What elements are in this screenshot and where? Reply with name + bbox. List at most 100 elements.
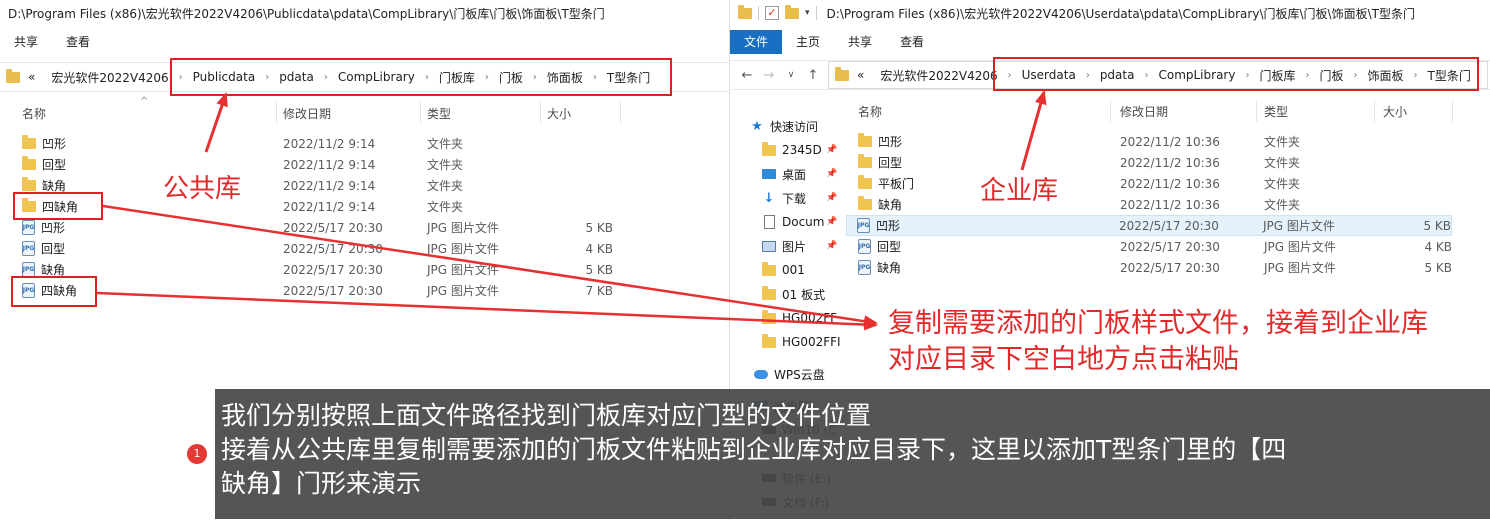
sidebar-item[interactable]: WPS云盘 bbox=[730, 362, 840, 386]
file-name-cell[interactable]: JPG 凹形 bbox=[22, 219, 65, 236]
column-divider[interactable] bbox=[1374, 100, 1375, 122]
file-name: 回型 bbox=[877, 240, 902, 254]
right-ribbon: 文件 主页 共享 查看 bbox=[730, 30, 1490, 54]
file-row[interactable]: JPG 凹形 2022/5/17 20:30 JPG 图片文件 5 KB bbox=[846, 215, 1452, 236]
file-name: 回型 bbox=[41, 242, 66, 256]
left-ribbon-tab-view[interactable]: 查看 bbox=[52, 30, 104, 54]
caption-line-2: 接着从公共库里复制需要添加的门板文件粘贴到企业库对应目录下，这里以添加T型条门里… bbox=[221, 435, 1287, 464]
sidebar-item[interactable]: Docum 📌 bbox=[730, 210, 840, 234]
file-name-cell[interactable]: 平板门 bbox=[858, 175, 914, 192]
file-name-cell[interactable]: JPG 凹形 bbox=[857, 217, 900, 234]
right-column-headers: 名称 修改日期 类型 大小 bbox=[848, 100, 1488, 122]
file-row[interactable]: 平板门 2022/11/2 10:36 文件夹 bbox=[848, 173, 1448, 194]
col-name-header[interactable]: 名称 bbox=[22, 105, 46, 122]
file-name: 回型 bbox=[878, 156, 903, 170]
column-divider[interactable] bbox=[540, 102, 541, 124]
address-overflow-chevron[interactable]: « bbox=[28, 70, 35, 84]
file-row[interactable]: JPG 四缺角 2022/5/17 20:30 JPG 图片文件 7 KB bbox=[0, 280, 729, 301]
file-date: 2022/5/17 20:30 bbox=[1120, 260, 1220, 275]
recent-dropdown-icon[interactable]: ∨ bbox=[780, 70, 802, 80]
file-row[interactable]: 凹形 2022/11/2 10:36 文件夹 bbox=[848, 131, 1448, 152]
sidebar-item[interactable]: 2345D 📌 bbox=[730, 138, 840, 162]
column-divider[interactable] bbox=[1110, 100, 1111, 122]
column-divider[interactable] bbox=[1452, 100, 1453, 122]
file-date: 2022/5/17 20:30 bbox=[283, 283, 383, 298]
sidebar-item-label: HG002FF bbox=[782, 311, 838, 325]
file-row[interactable]: 四缺角 2022/11/2 9:14 文件夹 bbox=[0, 196, 729, 217]
sidebar-item[interactable]: 桌面 📌 bbox=[730, 162, 840, 186]
file-type: 文件夹 bbox=[427, 179, 464, 193]
file-type: JPG 图片文件 bbox=[427, 242, 499, 256]
sidebar-item[interactable]: 01 板式 bbox=[730, 282, 840, 306]
file-row[interactable]: 回型 2022/11/2 10:36 文件夹 bbox=[848, 152, 1448, 173]
desktop-icon bbox=[762, 167, 776, 181]
ribbon-tab-file[interactable]: 文件 bbox=[730, 30, 783, 54]
sidebar-item[interactable]: 001 bbox=[730, 258, 840, 282]
ribbon-tab-share[interactable]: 共享 bbox=[834, 30, 886, 54]
ribbon-tab-view[interactable]: 查看 bbox=[886, 30, 938, 54]
jpg-file-icon: JPG bbox=[858, 260, 871, 275]
file-name-cell[interactable]: 回型 bbox=[858, 154, 902, 171]
file-type: JPG 图片文件 bbox=[427, 284, 499, 298]
right-title-bar: ✓ ▾ D:\Program Files (x86)\宏光软件2022V4206… bbox=[730, 0, 1490, 26]
col-date-header[interactable]: 修改日期 bbox=[283, 105, 331, 122]
column-divider[interactable] bbox=[276, 102, 277, 124]
file-name-cell[interactable]: 缺角 bbox=[858, 196, 902, 213]
pin-icon[interactable]: 📌 bbox=[826, 217, 837, 227]
col-name-header[interactable]: 名称 bbox=[858, 103, 882, 120]
sidebar-item[interactable]: HG002FF bbox=[730, 306, 840, 330]
four-notch-folder-highlight-box bbox=[13, 192, 103, 220]
file-name-cell[interactable]: JPG 回型 bbox=[858, 238, 901, 255]
column-divider[interactable] bbox=[620, 102, 621, 124]
file-name-cell[interactable]: 凹形 bbox=[22, 135, 66, 152]
sidebar-item[interactable]: ★ 快速访问 bbox=[730, 114, 840, 138]
file-name-cell[interactable]: 凹形 bbox=[858, 133, 902, 150]
crumb-0[interactable]: 宏光软件2022V4206 bbox=[880, 67, 997, 84]
file-row[interactable]: 缺角 2022/11/2 10:36 文件夹 bbox=[848, 194, 1448, 215]
file-row[interactable]: JPG 凹形 2022/5/17 20:30 JPG 图片文件 5 KB bbox=[0, 217, 729, 238]
left-ribbon-tab-share[interactable]: 共享 bbox=[0, 30, 52, 54]
sidebar-item[interactable]: 图片 📌 bbox=[730, 234, 840, 258]
properties-check-icon[interactable]: ✓ bbox=[765, 6, 779, 20]
col-type-header[interactable]: 类型 bbox=[1264, 103, 1288, 120]
col-size-header[interactable]: 大小 bbox=[547, 105, 571, 122]
pin-icon[interactable]: 📌 bbox=[826, 169, 837, 179]
file-name-cell[interactable]: 回型 bbox=[22, 156, 66, 173]
col-date-header[interactable]: 修改日期 bbox=[1120, 103, 1168, 120]
col-size-header[interactable]: 大小 bbox=[1383, 103, 1407, 120]
file-row[interactable]: 回型 2022/11/2 9:14 文件夹 bbox=[0, 154, 729, 175]
sort-up-icon: ^ bbox=[140, 96, 149, 107]
back-arrow-icon[interactable]: ← bbox=[736, 68, 758, 83]
column-divider[interactable] bbox=[1256, 100, 1257, 122]
sidebar-item[interactable]: HG002FFI bbox=[730, 330, 840, 354]
caption-line-1: 我们分别按照上面文件路径找到门板库对应门型的文件位置 bbox=[221, 401, 872, 430]
ribbon-tab-home[interactable]: 主页 bbox=[782, 30, 834, 54]
file-type: JPG 图片文件 bbox=[1263, 219, 1335, 233]
file-row[interactable]: JPG 回型 2022/5/17 20:30 JPG 图片文件 4 KB bbox=[848, 236, 1452, 257]
public-library-label: 公共库 bbox=[163, 174, 242, 204]
col-type-header[interactable]: 类型 bbox=[427, 105, 451, 122]
file-name-cell[interactable]: JPG 回型 bbox=[22, 240, 65, 257]
sidebar-item[interactable]: ↓ 下载 📌 bbox=[730, 186, 840, 210]
customize-dropdown-icon[interactable]: ▾ bbox=[805, 8, 810, 18]
step-badge: 1 bbox=[187, 444, 207, 464]
folder-icon bbox=[762, 141, 776, 157]
pin-icon[interactable]: 📌 bbox=[826, 241, 837, 251]
file-row[interactable]: 缺角 2022/11/2 9:14 文件夹 bbox=[0, 175, 729, 196]
file-row[interactable]: JPG 缺角 2022/5/17 20:30 JPG 图片文件 5 KB bbox=[848, 257, 1452, 278]
file-row[interactable]: JPG 缺角 2022/5/17 20:30 JPG 图片文件 5 KB bbox=[0, 259, 729, 280]
pin-icon[interactable]: 📌 bbox=[826, 193, 837, 203]
file-name-cell[interactable]: JPG 缺角 bbox=[858, 259, 901, 276]
pin-icon[interactable]: 📌 bbox=[826, 145, 837, 155]
forward-arrow-icon[interactable]: → bbox=[758, 68, 780, 83]
file-date: 2022/11/2 9:14 bbox=[283, 136, 376, 151]
crumb-0[interactable]: 宏光软件2022V4206 bbox=[51, 69, 168, 86]
new-folder-icon[interactable] bbox=[785, 4, 799, 19]
folder-icon[interactable] bbox=[738, 4, 752, 19]
address-overflow-chevron[interactable]: « bbox=[857, 68, 864, 82]
jpg-file-icon: JPG bbox=[857, 218, 870, 233]
file-row[interactable]: 凹形 2022/11/2 9:14 文件夹 bbox=[0, 133, 729, 154]
column-divider[interactable] bbox=[420, 102, 421, 124]
up-arrow-icon[interactable]: ↑ bbox=[802, 68, 824, 83]
file-row[interactable]: JPG 回型 2022/5/17 20:30 JPG 图片文件 4 KB bbox=[0, 238, 729, 259]
